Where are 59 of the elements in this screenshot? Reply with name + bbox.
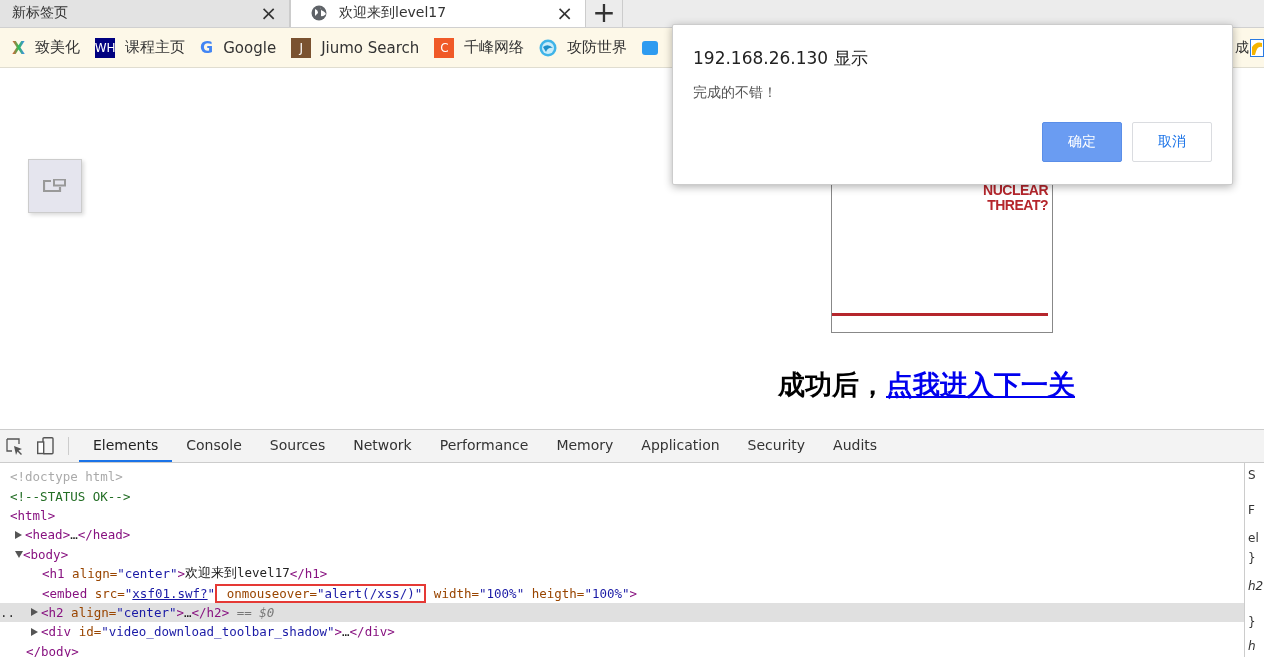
styles-pane-text: h — [1248, 639, 1256, 653]
dom-node-line[interactable]: <!--STATUS OK--> — [10, 488, 131, 504]
inspect-icon — [6, 437, 23, 455]
devtools-tab[interactable]: Application — [627, 430, 734, 462]
bookmark-icon: WH — [95, 37, 116, 58]
highlight-box: onmouseover="alert(/xss/)" — [215, 583, 427, 603]
styles-pane-text: F — [1248, 503, 1255, 517]
gutter-mark: .. — [0, 604, 16, 620]
styles-pane-text: } — [1248, 615, 1256, 629]
devtools-tab[interactable]: Elements — [79, 430, 173, 462]
embed-text: NUCLEAR THREAT? — [983, 183, 1048, 213]
disclosure-triangle-icon[interactable] — [15, 550, 23, 558]
devtools-tab[interactable]: Security — [733, 430, 820, 462]
device-toolbar-icon — [37, 437, 54, 455]
close-icon[interactable]: × — [556, 3, 573, 23]
disclosure-triangle-icon[interactable] — [15, 530, 22, 539]
dom-node-line[interactable]: <html> — [10, 507, 56, 523]
devtools-tab[interactable]: Sources — [255, 430, 340, 462]
picture-in-picture-icon — [43, 179, 67, 193]
dom-node-line[interactable]: <embed src="xsf01.swf?" onmouseover="alert(/xss/)" width="100%" heigth="100%"> — [42, 583, 638, 603]
dialog-message: 完成的不错！ — [693, 84, 778, 102]
tab-title: 新标签页 — [12, 4, 69, 22]
bookmark-icon — [642, 39, 659, 56]
disclosure-triangle-icon[interactable] — [31, 608, 38, 617]
styles-pane-text: S — [1248, 468, 1256, 482]
browser-tab[interactable]: 新标签页 × — [0, 0, 290, 27]
devtools-tab[interactable]: Network — [339, 430, 426, 462]
dom-node-line[interactable]: <head>…</head> — [25, 527, 131, 543]
dom-node-line[interactable]: <body> — [23, 546, 69, 562]
close-icon[interactable]: × — [260, 3, 277, 23]
bookmark-label: 成 — [1235, 38, 1249, 57]
styles-pane-text: h2 — [1248, 579, 1264, 593]
bookmark[interactable]: X 致美化 — [12, 37, 81, 58]
styles-pane-text: el — [1248, 531, 1259, 545]
bookmark-icon: C — [434, 37, 455, 58]
dom-node-line[interactable]: <h1 align="center">欢迎来到level17</h1> — [42, 565, 328, 583]
globe-icon — [539, 38, 558, 57]
devtools-tab[interactable]: Memory — [542, 430, 628, 462]
bookmark[interactable]: C 千峰网络 — [434, 37, 525, 58]
dialog-title: 192.168.26.130 显示 — [693, 47, 869, 70]
browser-tab[interactable]: 欢迎来到level17 × — [290, 0, 586, 27]
bookmark-icon: J — [291, 37, 312, 58]
devtools-tab[interactable]: Performance — [425, 430, 543, 462]
bookmark-icon — [1250, 38, 1264, 57]
next-level-link[interactable]: 点我进入下一关 — [886, 369, 1075, 400]
bookmark[interactable]: G Google — [200, 38, 277, 57]
devtools-tab[interactable]: Audits — [819, 430, 892, 462]
bookmark[interactable]: WH 课程主页 — [95, 37, 186, 58]
dom-node-line[interactable]: <div id="video_download_toolbar_shadow">…</div> — [41, 624, 395, 640]
dom-node-line[interactable]: <h2 align="center">…</h2> == $0 — [41, 604, 275, 620]
tab-title: 欢迎来到level17 — [339, 4, 448, 22]
cancel-button[interactable]: 取消 — [1132, 122, 1212, 162]
heading-text: 成功后， — [778, 369, 886, 400]
styles-pane-text: } — [1248, 551, 1256, 565]
devtools-tab[interactable]: Console — [172, 430, 256, 462]
bookmark[interactable]: 攻防世界 — [539, 38, 628, 57]
bookmark[interactable]: J Jiumo Search — [291, 37, 420, 58]
disclosure-triangle-icon[interactable] — [31, 627, 38, 636]
bookmark-icon: G — [200, 38, 214, 57]
